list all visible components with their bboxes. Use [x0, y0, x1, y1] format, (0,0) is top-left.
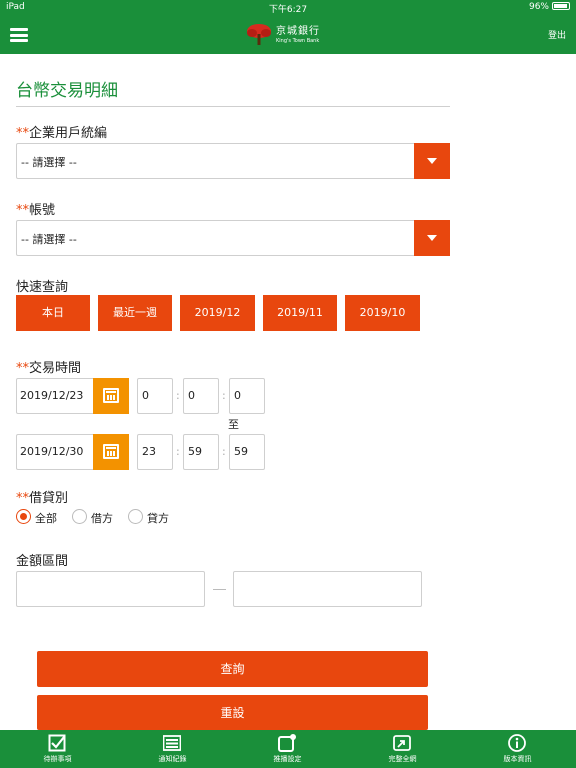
account-label: **帳號 [16, 199, 55, 218]
notification-record-icon [163, 735, 181, 751]
push-settings-icon [278, 734, 296, 752]
account-value: -- 請選擇 -- [21, 233, 77, 246]
chevron-down-icon[interactable] [414, 143, 450, 179]
range-dash [213, 589, 226, 590]
calendar-icon[interactable] [93, 378, 129, 414]
start-date-field[interactable]: 2019/12/23 [16, 378, 129, 414]
start-date-value: 2019/12/23 [20, 389, 84, 402]
start-hour-field[interactable]: 0 [137, 378, 173, 414]
radio-unchecked-icon [72, 509, 87, 524]
radio-credit-label: 貸方 [147, 512, 169, 525]
amount-from-input[interactable] [16, 571, 205, 607]
radio-debit-label: 借方 [91, 512, 113, 525]
end-second-field[interactable]: 59 [229, 434, 265, 470]
end-hour-field[interactable]: 23 [137, 434, 173, 470]
logout-button[interactable]: 登出 [548, 28, 566, 41]
end-date-field[interactable]: 2019/12/30 [16, 434, 129, 470]
reset-button[interactable]: 重設 [37, 695, 428, 730]
full-site-icon [393, 735, 411, 751]
end-date-value: 2019/12/30 [20, 445, 84, 458]
tab-full-site[interactable]: 完整全網 [345, 730, 460, 768]
battery-status: 96% [529, 2, 570, 12]
required-mark: ** [16, 491, 29, 506]
start-minute-field[interactable]: 0 [183, 378, 219, 414]
tree-logo-icon [247, 24, 271, 45]
account-label-text: 帳號 [29, 203, 56, 218]
quick-query-month3-button[interactable]: 2019/10 [345, 295, 420, 331]
status-bar: iPad 下午6:27 96% [0, 0, 576, 16]
tab-push-settings-label: 推播設定 [273, 755, 302, 763]
checklist-icon [48, 734, 66, 752]
tx-time-label: **交易時間 [16, 357, 81, 376]
amount-to-input[interactable] [233, 571, 422, 607]
radio-all-label: 全部 [35, 512, 57, 525]
required-mark: ** [16, 126, 29, 141]
query-button[interactable]: 查詢 [37, 651, 428, 687]
tab-todo-label: 待辦事項 [43, 755, 72, 763]
to-label: 至 [228, 418, 239, 431]
tab-version-info-label: 版本資訊 [503, 755, 532, 763]
debit-credit-label-text: 借貸別 [29, 491, 69, 506]
radio-checked-icon [16, 509, 31, 524]
bottom-tab-bar: 待辦事項 通知紀錄 推播設定 完整全網 版本資訊 [0, 730, 576, 768]
quick-query-week-button[interactable]: 最近一週 [98, 295, 172, 331]
tab-version-info[interactable]: 版本資訊 [460, 730, 575, 768]
top-nav-bar: 京城銀行 King's Town Bank 登出 [0, 16, 576, 54]
quick-query-month2-button[interactable]: 2019/11 [263, 295, 337, 331]
quick-query-label: 快速查詢 [16, 280, 69, 295]
start-second-field[interactable]: 0 [229, 378, 265, 414]
logo-name-en: King's Town Bank [276, 37, 320, 44]
required-mark: ** [16, 203, 29, 218]
tab-notification-record-label: 通知紀錄 [158, 755, 187, 763]
tab-push-settings[interactable]: 推播設定 [230, 730, 345, 768]
bank-logo: 京城銀行 King's Town Bank [246, 22, 320, 48]
company-id-label-text: 企業用戶統編 [29, 126, 108, 141]
quick-query-today-button[interactable]: 本日 [16, 295, 90, 331]
account-select[interactable]: -- 請選擇 -- [16, 220, 450, 256]
tab-notification-record[interactable]: 通知紀錄 [115, 730, 230, 768]
required-mark: ** [16, 361, 29, 376]
time-separator: : [222, 389, 226, 402]
title-divider [16, 106, 450, 107]
calendar-icon[interactable] [93, 434, 129, 470]
debit-credit-label: **借貸別 [16, 487, 68, 506]
tx-time-label-text: 交易時間 [29, 361, 82, 376]
hamburger-menu-icon[interactable] [10, 28, 28, 42]
quick-query-month1-button[interactable]: 2019/12 [180, 295, 255, 331]
time-separator: : [222, 445, 226, 458]
end-minute-field[interactable]: 59 [183, 434, 219, 470]
company-id-label: **企業用戶統編 [16, 122, 107, 141]
time-separator: : [176, 445, 180, 458]
company-id-value: -- 請選擇 -- [21, 156, 77, 169]
tab-full-site-label: 完整全網 [388, 755, 417, 763]
logo-name-cn: 京城銀行 [276, 25, 320, 37]
time-separator: : [176, 389, 180, 402]
amount-range-label: 金額區間 [16, 554, 69, 569]
battery-icon [552, 2, 570, 10]
page-title: 台幣交易明細 [16, 81, 118, 101]
tab-todo[interactable]: 待辦事項 [0, 730, 115, 768]
chevron-down-icon[interactable] [414, 220, 450, 256]
company-id-select[interactable]: -- 請選擇 -- [16, 143, 450, 179]
radio-unchecked-icon [128, 509, 143, 524]
info-icon [508, 734, 526, 752]
status-time: 下午6:27 [268, 5, 308, 15]
battery-percent: 96% [528, 2, 549, 12]
